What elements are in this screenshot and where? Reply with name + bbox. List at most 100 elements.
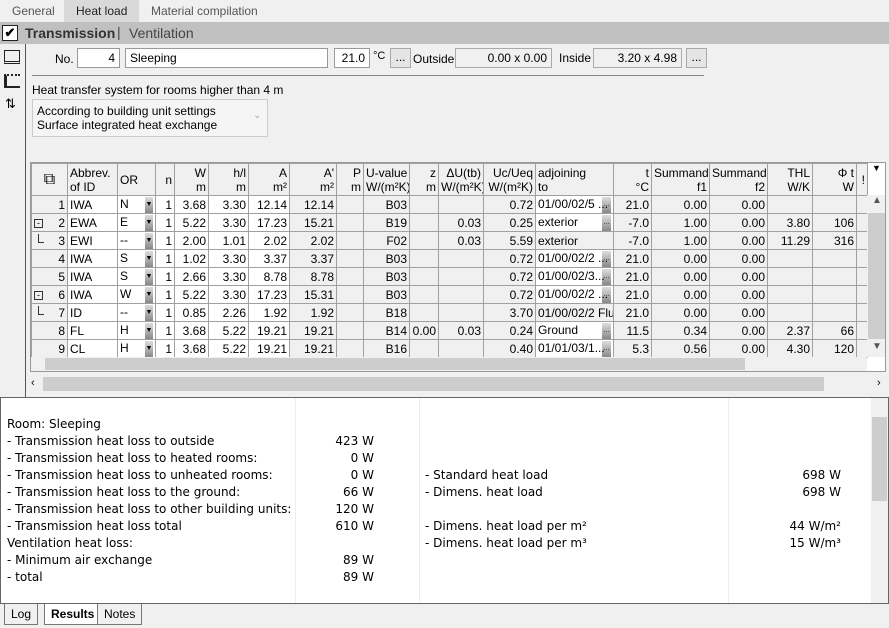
- cell-or[interactable]: N ▼: [117, 195, 156, 214]
- cell-h[interactable]: 5.22: [208, 321, 249, 340]
- ventilation-tab[interactable]: Ventilation: [129, 25, 194, 41]
- cell-t[interactable]: 21.0: [613, 195, 652, 214]
- scroll-right-icon[interactable]: ›: [877, 377, 881, 389]
- column-header[interactable]: ΔU(tb) W/(m²K): [438, 163, 484, 196]
- room-number-input[interactable]: 4: [77, 48, 120, 68]
- cell-du[interactable]: [438, 303, 484, 322]
- grid-horizontal-scrollbar[interactable]: [31, 357, 867, 371]
- cell-thl[interactable]: 11.29: [767, 231, 813, 250]
- column-header[interactable]: zm: [409, 163, 439, 196]
- cell-f2[interactable]: 0.00: [709, 303, 768, 322]
- cell-p[interactable]: [336, 339, 364, 358]
- cell-thl[interactable]: 2.37: [767, 321, 813, 340]
- cell-or[interactable]: S ▼: [117, 249, 156, 268]
- cell-p[interactable]: [336, 249, 364, 268]
- dropdown-arrow-icon[interactable]: ▼: [145, 250, 153, 267]
- column-header[interactable]: t °C: [613, 163, 652, 196]
- cell-f2[interactable]: 0.00: [709, 321, 768, 340]
- cell-uc[interactable]: 0.72: [483, 195, 536, 214]
- cell-p[interactable]: [336, 195, 364, 214]
- table-row[interactable]: 9 CL H ▼ 1 3.68 5.22 19.21 19.21 B16 0.40… 01/01/03…: [31, 339, 868, 358]
- cell-u[interactable]: F02: [363, 231, 410, 250]
- cell-p[interactable]: [336, 285, 364, 304]
- column-header[interactable]: U-value W/(m²K): [363, 163, 410, 196]
- cell-a2[interactable]: 15.31: [289, 285, 337, 304]
- cell-a[interactable]: 2.02: [248, 231, 290, 250]
- tab-heat-load[interactable]: Heat load: [64, 0, 140, 22]
- tab-notes[interactable]: Notes: [97, 604, 143, 625]
- dropdown-arrow-icon[interactable]: ▼: [145, 196, 153, 213]
- cell-h[interactable]: 3.30: [208, 285, 249, 304]
- cell-a[interactable]: 1.92: [248, 303, 290, 322]
- cell-z[interactable]: [409, 303, 439, 322]
- cell-w[interactable]: 3.68: [174, 339, 209, 358]
- cell-a2[interactable]: 8.78: [289, 267, 337, 286]
- cell-id[interactable]: EWI: [67, 231, 118, 250]
- cell-a[interactable]: 19.21: [248, 339, 290, 358]
- dropdown-arrow-icon[interactable]: ▼: [145, 340, 153, 357]
- cell-uc[interactable]: 0.72: [483, 249, 536, 268]
- cell-uc[interactable]: 0.24: [483, 321, 536, 340]
- cell-or[interactable]: E ▼: [117, 213, 156, 232]
- cell-h[interactable]: 3.30: [208, 267, 249, 286]
- cell-or[interactable]: -- ▼: [117, 303, 156, 322]
- cell-du[interactable]: [438, 267, 484, 286]
- cell-phi[interactable]: 106: [812, 213, 857, 232]
- cell-uc[interactable]: 0.40: [483, 339, 536, 358]
- cell-w[interactable]: 0.85: [174, 303, 209, 322]
- cell-uc[interactable]: 0.72: [483, 285, 536, 304]
- cell-z[interactable]: [409, 231, 439, 250]
- cell-f2[interactable]: 0.00: [709, 213, 768, 232]
- cell-phi[interactable]: 66: [812, 321, 857, 340]
- table-row[interactable]: 1 IWA N ▼ 1 3.68 3.30 12.14 12.14 B03 0.72… 01/00/0…: [31, 195, 868, 214]
- cell-du[interactable]: [438, 339, 484, 358]
- cell-phi[interactable]: [812, 249, 857, 268]
- column-header[interactable]: Pm: [336, 163, 364, 196]
- cell-a[interactable]: 3.37: [248, 249, 290, 268]
- cell-adj[interactable]: … exterior: [535, 213, 614, 232]
- cell-phi[interactable]: [812, 267, 857, 286]
- column-header[interactable]: Summand f1: [651, 163, 710, 196]
- cell-n[interactable]: 1: [155, 285, 175, 304]
- cell-n[interactable]: 1: [155, 267, 175, 286]
- heat-transfer-select[interactable]: According to building unit settings Surf…: [32, 99, 268, 137]
- cell-du[interactable]: 0.03: [438, 321, 484, 340]
- cell-z[interactable]: [409, 339, 439, 358]
- cell-f2[interactable]: 0.00: [709, 339, 768, 358]
- cell-a2[interactable]: 19.21: [289, 339, 337, 358]
- table-row[interactable]: 3 EWI -- ▼ 1 2.00 1.01 2.02 2.02 F02 0.03 5.59 exter…: [31, 231, 868, 250]
- cell-or[interactable]: W ▼: [117, 285, 156, 304]
- cell-n[interactable]: 1: [155, 339, 175, 358]
- table-row[interactable]: 8 FL H ▼ 1 3.68 5.22 19.21 19.21 B14 0.00 0.03 0.24……: [31, 321, 868, 340]
- cell-u[interactable]: B14: [363, 321, 410, 340]
- cell-uc[interactable]: 0.72: [483, 267, 536, 286]
- adjoining-browse-button[interactable]: …: [602, 214, 611, 231]
- column-header[interactable]: adjoining to: [535, 163, 614, 196]
- cell-h[interactable]: 1.01: [208, 231, 249, 250]
- cell-or[interactable]: H ▼: [117, 339, 156, 358]
- cell-du[interactable]: 0.03: [438, 213, 484, 232]
- cell-n[interactable]: 1: [155, 231, 175, 250]
- cell-w[interactable]: 2.66: [174, 267, 209, 286]
- column-header[interactable]: Φ tW: [812, 163, 857, 196]
- cell-h[interactable]: 5.22: [208, 339, 249, 358]
- cell-z[interactable]: [409, 249, 439, 268]
- cell-f2[interactable]: 0.00: [709, 195, 768, 214]
- cell-h[interactable]: 3.30: [208, 249, 249, 268]
- dropdown-arrow-icon[interactable]: ▼: [145, 214, 153, 231]
- cell-id[interactable]: FL: [67, 321, 118, 340]
- cell-thl[interactable]: [767, 303, 813, 322]
- cell-du[interactable]: 0.03: [438, 231, 484, 250]
- horizontal-scrollbar[interactable]: ‹ ›: [27, 376, 889, 392]
- cell-adj[interactable]: … 01/00/02/2 ...: [535, 285, 614, 304]
- horizontal-scroll-thumb[interactable]: [43, 377, 824, 391]
- room-name-input[interactable]: Sleeping: [125, 48, 328, 68]
- cell-or[interactable]: H ▼: [117, 321, 156, 340]
- cell-f1[interactable]: 0.00: [651, 303, 710, 322]
- cell-phi[interactable]: [812, 303, 857, 322]
- cell-n[interactable]: 1: [155, 303, 175, 322]
- dropdown-arrow-icon[interactable]: ▼: [145, 304, 153, 321]
- cell-f1[interactable]: 1.00: [651, 231, 710, 250]
- table-row[interactable]: 5 IWA S ▼ 1 2.66 3.30 8.78 8.78 B03 0.72… 01/00/02/…: [31, 267, 868, 286]
- cell-h[interactable]: 3.30: [208, 213, 249, 232]
